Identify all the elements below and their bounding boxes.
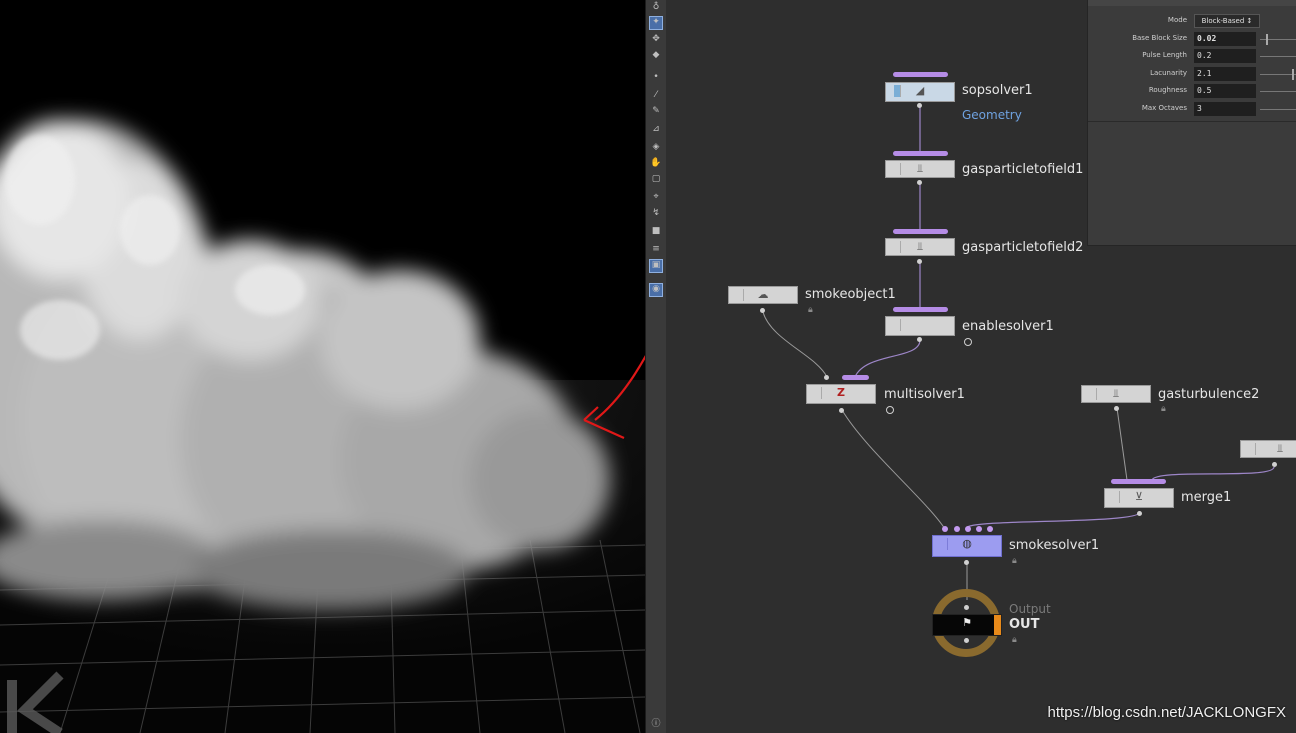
lacunarity-field[interactable]: 2.1 [1194,67,1256,81]
node-label: gasturbulence2 [1158,387,1260,402]
lock-icon: 🔒︎ [808,305,813,315]
param-base-block-size: Base Block Size 0.02 [1088,31,1296,48]
lock-icon: 🔒︎ [1012,556,1017,566]
param-mode: Mode Block-Based ↕ [1088,13,1296,30]
network-toolbar: ♁ ✦ ✥ ◆ • ⁄ ✎ ⊿ ◈ ✋ ▢ ⌖ ↯ ■ ≡ ▣ ◉ ⓘ [645,0,667,733]
param-max-octaves: Max Octaves 3 [1088,101,1296,118]
bypass-ring-icon [886,406,894,414]
multi-solver-icon: Z [837,386,845,399]
camera-icon[interactable]: ♁ [650,2,662,12]
merge-icon: ⊻ [1134,490,1144,503]
param-lacunarity: Lacunarity 2.1 [1088,66,1296,83]
panel-divider [1088,121,1296,122]
select-tool-icon[interactable]: ✦ [649,16,663,30]
node-subtitle: Geometry [962,108,1022,122]
info-icon[interactable]: ⓘ [650,719,662,729]
lock-icon: 🔒︎ [1161,404,1166,414]
render-icon[interactable]: ■ [650,226,662,236]
param-pulse-length: Pulse Length 0.2 [1088,48,1296,65]
node-label: OUT [1009,617,1040,632]
node-label: merge1 [1181,490,1232,505]
measure-icon[interactable]: ⊿ [650,124,662,134]
param-label: Mode [1167,16,1187,24]
param-label: Roughness [1148,86,1187,94]
gas-microsolver-icon: ⫫ [916,240,924,253]
bypass-ring-icon [964,338,972,346]
output-flag-icon: ⚑ [962,616,972,629]
handle-tool-icon[interactable]: ◆ [650,50,662,60]
param-label: Pulse Length [1142,51,1187,59]
param-label: Lacunarity [1150,69,1187,77]
smoke-solver-icon: ◍ [962,537,972,550]
smoke-cloud [0,120,610,610]
max-octaves-slider[interactable] [1260,109,1296,110]
node-label: smokesolver1 [1009,538,1100,553]
roughness-slider[interactable] [1260,91,1296,92]
edge-icon[interactable]: ⁄ [650,90,662,100]
viewport-canvas [0,120,645,733]
lock-icon: 🔒︎ [1012,635,1017,645]
gas-microsolver-icon: ⫫ [1276,442,1284,455]
bone-icon[interactable]: ↯ [650,208,662,218]
node-label: gasparticletofield1 [962,162,1084,177]
transform-tool-icon[interactable]: ✥ [650,34,662,44]
param-roughness: Roughness 0.5 [1088,83,1296,100]
roughness-field[interactable]: 0.5 [1194,84,1256,98]
pen-icon[interactable]: ✎ [650,106,662,116]
param-label: Base Block Size [1132,34,1187,42]
node-label: gasparticletofield2 [962,240,1084,255]
output-type-label: Output [1009,602,1051,616]
max-octaves-field[interactable]: 3 [1194,102,1256,116]
param-label: Max Octaves [1141,104,1187,112]
smoke-object-icon: ☁ [757,288,769,301]
display-options-icon[interactable]: ▣ [649,259,663,273]
node-label: enablesolver1 [962,319,1054,334]
scene-viewport[interactable] [0,0,645,733]
watermark: https://blog.csdn.net/JACKLONGFX [1047,704,1286,721]
mode-dropdown[interactable]: Block-Based ↕ [1194,14,1260,28]
box-icon[interactable]: ▢ [650,174,662,184]
base-block-size-field[interactable]: 0.02 [1194,32,1256,46]
snap-icon[interactable]: ⌖ [650,192,662,202]
gas-microsolver-icon: ⫫ [916,162,924,175]
paint-icon[interactable]: ◈ [650,142,662,152]
slider-knob[interactable] [1266,34,1268,45]
point-icon[interactable]: • [650,72,662,82]
sop-solver-icon: ◢ [915,84,925,97]
node-label: smokeobject1 [805,287,896,302]
node-label: multisolver1 [884,387,965,402]
hand-icon[interactable]: ✋ [650,158,662,168]
gas-microsolver-icon: ⫫ [1112,387,1120,400]
lacunarity-slider[interactable] [1260,74,1296,75]
pulse-length-slider[interactable] [1260,56,1296,57]
text-icon[interactable]: ≡ [650,244,662,254]
node-label: sopsolver1 [962,83,1033,98]
pin-icon[interactable]: ◉ [649,283,663,297]
parameter-panel: Mode Block-Based ↕ Base Block Size 0.02 … [1087,0,1296,246]
pulse-length-field[interactable]: 0.2 [1194,49,1256,63]
slider-knob[interactable] [1292,69,1294,80]
